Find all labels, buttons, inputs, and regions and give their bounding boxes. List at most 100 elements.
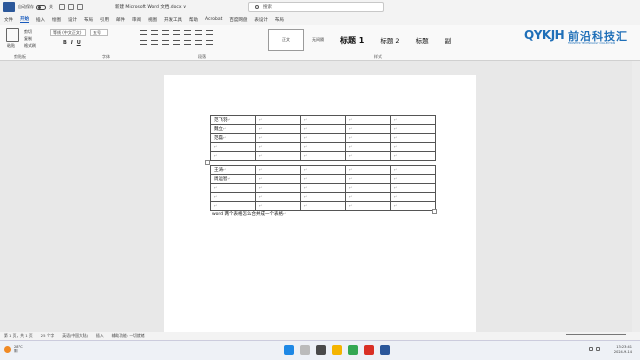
table-cell[interactable]: ↵ [255,174,301,184]
table-cell[interactable]: ↵ [255,115,301,125]
sort-icon[interactable] [195,30,202,35]
save-icon[interactable] [59,4,65,10]
tab-10[interactable]: 开发工具 [164,17,182,23]
format-painter-button[interactable]: 格式刷 [24,43,36,49]
table-cell[interactable]: ↵ [390,151,436,161]
table-cell[interactable]: 魏立↵ [210,124,256,134]
decrease-indent-icon[interactable] [173,30,180,35]
table-resize-handle-icon[interactable] [432,209,437,214]
table-cell[interactable]: ↵ [255,151,301,161]
table-cell[interactable]: ↵ [390,165,436,175]
table-cell[interactable]: ↵ [390,201,436,211]
table-cell[interactable]: ↵ [345,151,391,161]
table-cell[interactable]: 范飞羽↵ [210,115,256,125]
page-count[interactable]: 第 1 页，共 1 页 [4,333,33,339]
table-cell[interactable]: ↵ [300,183,346,193]
table-cell[interactable]: ↵ [345,192,391,202]
tab-6[interactable]: 引用 [100,17,109,23]
table-cell[interactable]: ↵ [345,165,391,175]
undo-icon[interactable] [68,4,74,10]
justify-icon[interactable] [173,40,180,45]
tab-14[interactable]: 表设计 [254,17,268,23]
tab-5[interactable]: 布局 [84,17,93,23]
increase-indent-icon[interactable] [184,30,191,35]
search-box[interactable]: 搜索 [248,2,384,12]
table-cell[interactable]: ↵ [300,142,346,152]
tab-9[interactable]: 视图 [148,17,157,23]
shading-icon[interactable] [195,40,202,45]
table-cell[interactable]: ↵ [255,124,301,134]
table-cell[interactable]: ↵ [210,142,256,152]
tab-7[interactable]: 邮件 [116,17,125,23]
word-count[interactable]: 25 个字 [41,333,55,339]
browser-icon[interactable] [348,345,358,355]
system-tray[interactable] [589,347,600,351]
table-cell[interactable]: ↵ [210,151,256,161]
cut-button[interactable]: 剪切 [24,29,32,35]
tab-3[interactable]: 绘图 [52,17,61,23]
table-cell[interactable]: ↵ [300,151,346,161]
table-cell[interactable]: ↵ [345,133,391,143]
word-taskbar-icon[interactable] [380,345,390,355]
table-cell[interactable]: ↵ [345,124,391,134]
font-name-select[interactable]: 等线 (中文正文) [50,29,86,36]
table-cell[interactable]: ↵ [390,115,436,125]
insert-mode[interactable]: 插入 [96,333,104,339]
table-cell[interactable]: ↵ [345,142,391,152]
style-1[interactable]: 无间隔 [304,29,332,51]
tab-0[interactable]: 文件 [4,17,13,23]
file-explorer-icon[interactable] [332,345,342,355]
table-cell[interactable]: ↵ [255,142,301,152]
italic-button[interactable]: I [71,40,73,46]
table-cell[interactable]: ↵ [345,174,391,184]
table-cell[interactable]: ↵ [390,142,436,152]
accessibility-status[interactable]: 辅助功能: 一切就绪 [112,333,145,339]
table-cell[interactable]: 王涛↵ [210,165,256,175]
table-cell[interactable]: 周运智↵ [210,174,256,184]
tab-11[interactable]: 帮助 [189,17,198,23]
document-title[interactable]: 新建 Microsoft Word 文档.docx ∨ [115,4,186,10]
table-cell[interactable]: ↵ [300,124,346,134]
clock[interactable]: 13:23:41 2024-9-14 [614,345,632,355]
document-paragraph[interactable]: word 两个表格怎么合并成一个表格↵ [212,211,286,217]
task-view-icon[interactable] [316,345,326,355]
paste-label[interactable]: 粘贴 [7,43,15,49]
start-icon[interactable] [284,345,294,355]
table-cell[interactable]: ↵ [390,174,436,184]
tab-1[interactable]: 开始 [20,16,29,23]
autosave-toggle[interactable] [36,4,46,10]
multilevel-list-icon[interactable] [162,30,169,35]
weather-widget[interactable]: 28°C 阴 [4,345,23,354]
table-cell[interactable]: ↵ [255,133,301,143]
table-cell[interactable]: ↵ [300,165,346,175]
bold-button[interactable]: B [63,40,67,46]
table-2[interactable]: 王涛↵ ↵ ↵ ↵ ↵ 周运智↵ ↵ ↵ ↵ ↵ ↵ ↵ ↵ ↵ ↵ ↵ ↵ ↵ ↵ ↵ ↵ ↵ ↵ ↵ ↵ [210,165,436,211]
table-1[interactable]: 范飞羽↵ ↵ ↵ ↵ ↵ 魏立↵ ↵ ↵ ↵ ↵ 范磊↵ ↵ ↵ ↵ ↵ ↵ ↵ ↵ ↵ ↵ ↵ ↵ ↵ ↵ ↵ [210,115,436,161]
show-marks-icon[interactable] [206,30,213,35]
table-cell[interactable]: ↵ [300,115,346,125]
app-icon[interactable] [364,345,374,355]
zoom-slider[interactable] [566,334,626,337]
redo-icon[interactable] [77,4,83,10]
underline-button[interactable]: U [77,40,81,46]
table-cell[interactable]: ↵ [255,192,301,202]
line-spacing-icon[interactable] [184,40,191,45]
language[interactable]: 英语(中国大陆) [62,333,88,339]
numbering-icon[interactable] [151,30,158,35]
style-5[interactable]: 副 [437,29,460,51]
tab-13[interactable]: 百度网盘 [229,17,247,23]
table-cell[interactable]: ↵ [300,192,346,202]
table-cell[interactable]: 范磊↵ [210,133,256,143]
table-cell[interactable]: ↵ [255,201,301,211]
style-2[interactable]: 标题 1 [332,29,372,51]
table-cell[interactable]: ↵ [390,133,436,143]
copy-button[interactable]: 复制 [24,36,32,42]
paste-icon[interactable] [6,28,19,42]
table-cell[interactable]: ↵ [255,183,301,193]
font-size-select[interactable]: 五号 [90,29,108,36]
table-cell[interactable]: ↵ [210,192,256,202]
style-0[interactable]: 正文 [268,29,304,51]
table-cell[interactable]: ↵ [210,201,256,211]
table-cell[interactable]: ↵ [300,174,346,184]
table-cell[interactable]: ↵ [255,165,301,175]
